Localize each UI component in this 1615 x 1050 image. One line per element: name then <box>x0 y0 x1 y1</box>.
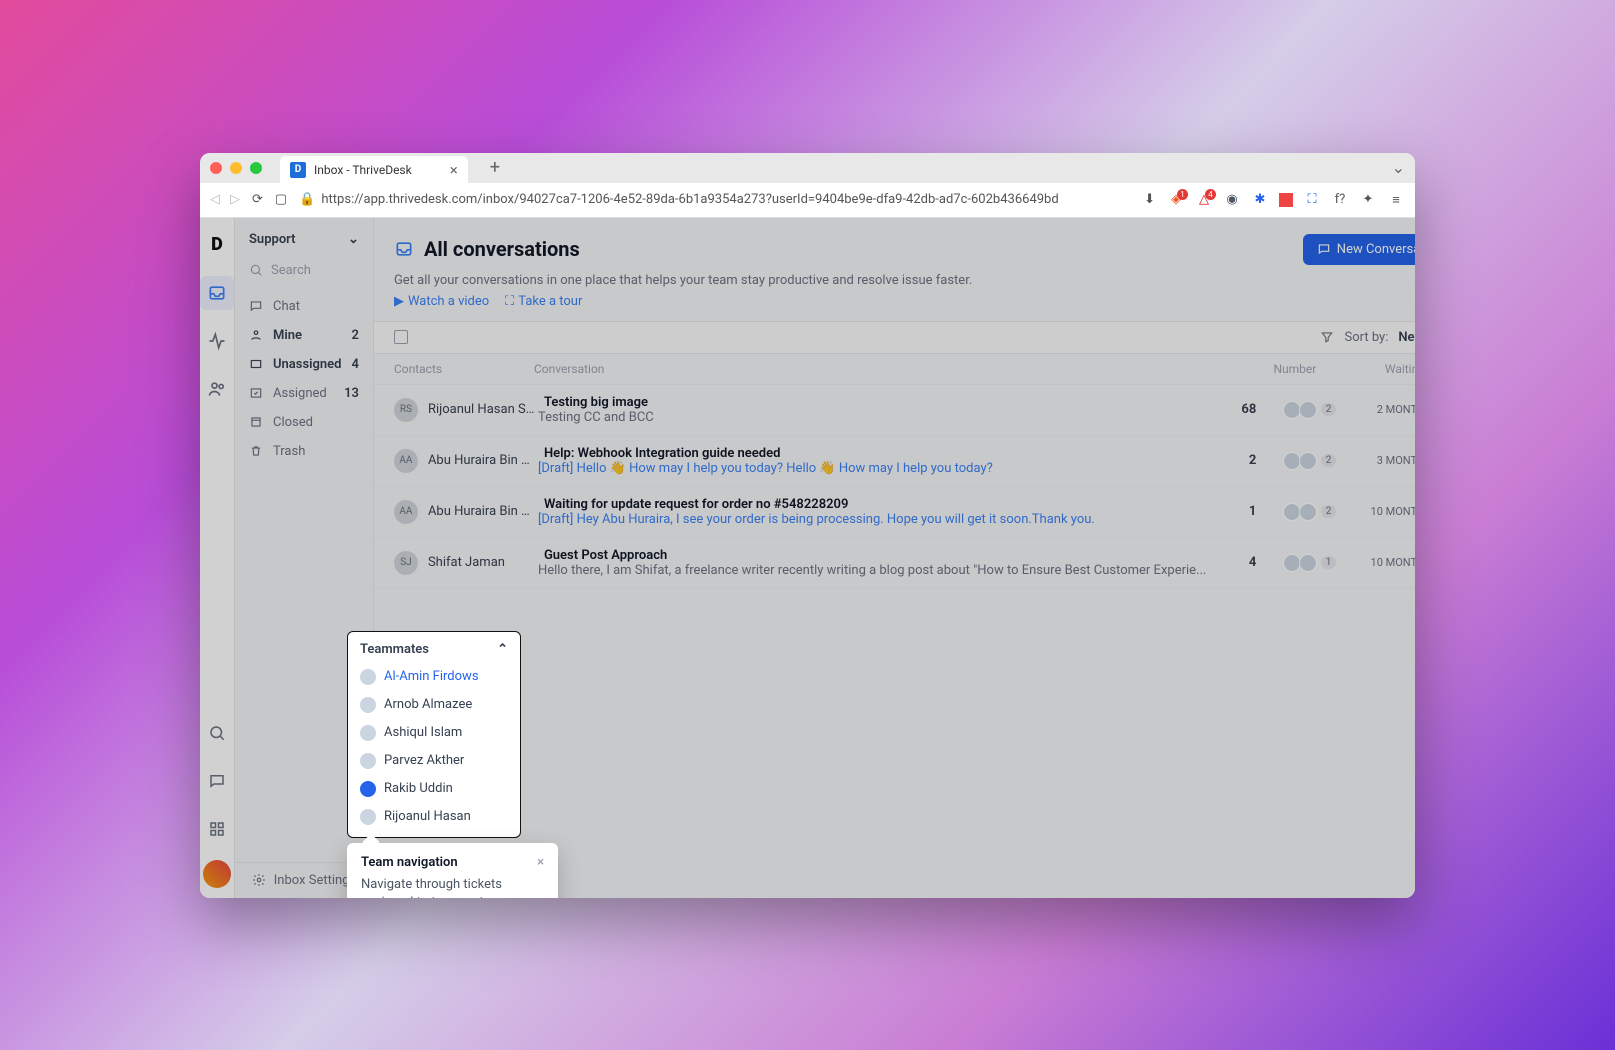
tab-title: Inbox - ThriveDesk <box>314 163 412 177</box>
maximize-window-button[interactable] <box>250 162 262 174</box>
teammate-item[interactable]: Rijoanul Hasan <box>348 803 520 831</box>
teammate-avatar <box>360 809 376 825</box>
teammate-avatar <box>360 697 376 713</box>
browser-window: D Inbox - ThriveDesk × + ⌄ ◁ ▷ ⟳ ▢ 🔒 htt… <box>200 153 1415 898</box>
tour-close-icon[interactable]: × <box>537 855 544 870</box>
teammate-name: Ashiqul Islam <box>384 725 462 740</box>
ext-snowflake-icon[interactable]: ✱ <box>1251 191 1269 209</box>
lock-icon: 🔒 <box>299 192 315 207</box>
teammate-avatar <box>360 781 376 797</box>
ext-translate-icon[interactable]: ⛶ <box>1303 191 1321 209</box>
teammate-avatar <box>360 669 376 685</box>
app-frame: D Support ⌄ Search ChatMine2Unassigned4A… <box>200 218 1415 898</box>
teammate-item[interactable]: Al-Amin Firdows <box>348 663 520 691</box>
teammates-title: Teammates <box>360 642 429 657</box>
teammate-name: Arnob Almazee <box>384 697 472 712</box>
address-bar: ◁ ▷ ⟳ ▢ 🔒 https://app.thrivedesk.com/inb… <box>200 183 1415 218</box>
ext-square-icon[interactable] <box>1279 193 1293 207</box>
teammates-popover: Teammates ⌃ Al-Amin Firdows Arnob Almazee… <box>347 631 521 838</box>
tour-title: Team navigation <box>361 855 458 870</box>
back-icon[interactable]: ◁ <box>210 192 220 207</box>
teammate-item[interactable]: Arnob Almazee <box>348 691 520 719</box>
ext-circle-icon[interactable]: ◉ <box>1223 191 1241 209</box>
titlebar: D Inbox - ThriveDesk × + ⌄ <box>200 153 1415 183</box>
teammate-item[interactable]: Parvez Akther <box>348 747 520 775</box>
tour-body: Navigate through tickets assigned to tea… <box>347 876 558 898</box>
favicon-icon: D <box>290 162 306 178</box>
teammate-name: Al-Amin Firdows <box>384 669 479 684</box>
close-tab-icon[interactable]: × <box>450 161 458 179</box>
forward-icon[interactable]: ▷ <box>230 192 240 207</box>
download-icon[interactable]: ⬇ <box>1144 192 1155 207</box>
browser-menu-icon[interactable]: ≡ <box>1387 191 1405 209</box>
teammate-name: Rijoanul Hasan <box>384 809 471 824</box>
chevron-up-icon: ⌃ <box>497 642 508 657</box>
tabs-menu-icon[interactable]: ⌄ <box>1392 158 1405 177</box>
url-field[interactable]: 🔒 https://app.thrivedesk.com/inbox/94027… <box>299 192 1132 207</box>
reload-icon[interactable]: ⟳ <box>252 192 263 207</box>
ext-triangle-icon[interactable]: △4 <box>1195 191 1213 209</box>
brave-shield-icon[interactable]: ◈1 <box>1167 191 1185 209</box>
browser-tab[interactable]: D Inbox - ThriveDesk × <box>280 156 468 184</box>
bookmark-icon[interactable]: ▢ <box>275 192 287 207</box>
traffic-lights <box>210 162 262 174</box>
nav-arrows: ◁ ▷ <box>210 192 240 207</box>
minimize-window-button[interactable] <box>230 162 242 174</box>
teammate-item[interactable]: Ashiqul Islam <box>348 719 520 747</box>
close-window-button[interactable] <box>210 162 222 174</box>
teammate-avatar <box>360 725 376 741</box>
extension-icons: ◈1 △4 ◉ ✱ ⛶ f? ✦ ≡ <box>1167 191 1405 209</box>
ext-font-icon[interactable]: f? <box>1331 191 1349 209</box>
url-text: https://app.thrivedesk.com/inbox/94027ca… <box>321 192 1058 207</box>
teammates-header[interactable]: Teammates ⌃ <box>348 642 520 663</box>
tour-tooltip: Team navigation × Navigate through ticke… <box>347 843 558 898</box>
new-tab-button[interactable]: + <box>484 157 506 178</box>
teammate-avatar <box>360 753 376 769</box>
extensions-puzzle-icon[interactable]: ✦ <box>1359 191 1377 209</box>
teammate-item[interactable]: Rakib Uddin <box>348 775 520 803</box>
teammate-name: Rakib Uddin <box>384 781 453 796</box>
teammate-name: Parvez Akther <box>384 753 464 768</box>
